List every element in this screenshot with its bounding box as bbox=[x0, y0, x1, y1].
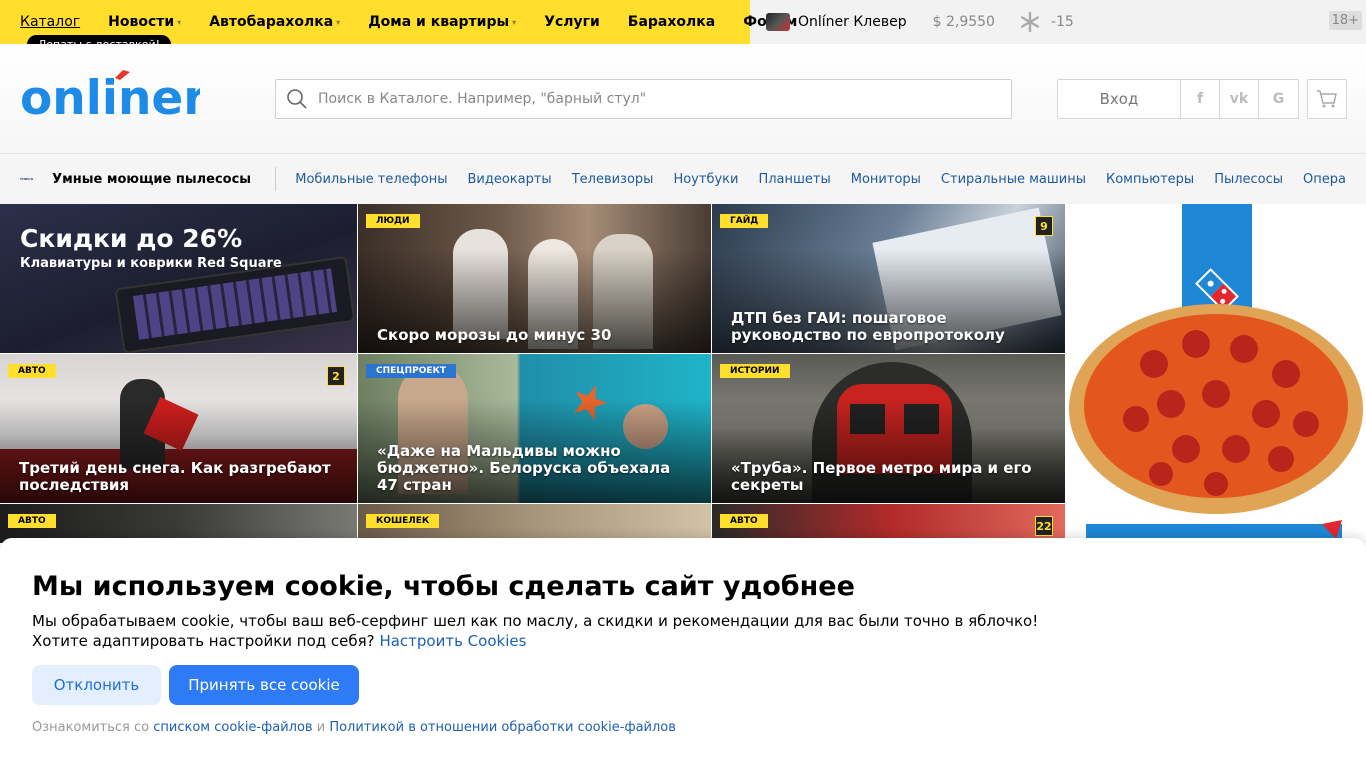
cookie-banner: Мы используем cookie, чтобы сделать сайт… bbox=[0, 538, 1366, 768]
catalog-bar: TINECO Умные моющие пылесосы Мобильные т… bbox=[0, 154, 1366, 204]
login-button[interactable]: Вход bbox=[1058, 80, 1181, 118]
chevron-down-icon: ▾ bbox=[336, 17, 341, 27]
catalog-link[interactable]: Мониторы bbox=[851, 172, 921, 187]
cart-button[interactable] bbox=[1307, 79, 1347, 119]
decline-button[interactable]: Отклонить bbox=[32, 665, 161, 705]
weather[interactable]: -15 bbox=[1019, 11, 1074, 33]
top-bar: Каталог Новости ▾ Автобарахолка ▾ Дома и к… bbox=[0, 0, 1366, 44]
catalog-link[interactable]: Телевизоры bbox=[572, 172, 654, 187]
snowflake-icon bbox=[1020, 11, 1039, 33]
tile-tag[interactable]: Истории bbox=[720, 364, 790, 378]
cookie-text-settings: Хотите адаптировать настройки под себя? … bbox=[32, 632, 526, 650]
news-tile[interactable]: Спецпроект «Даже на Мальдивы можно бюдже… bbox=[358, 354, 712, 504]
tile-tag[interactable]: Авто bbox=[8, 514, 56, 528]
tile-tag[interactable]: Люди bbox=[366, 214, 420, 228]
nav-baraholka[interactable]: Барахолка bbox=[628, 14, 715, 30]
nav-news[interactable]: Новости ▾ bbox=[108, 14, 181, 30]
top-tools: Onlíner Клевер $ 2,9550 -15 18+ bbox=[750, 0, 1366, 44]
tineco-logo[interactable]: TINECO bbox=[20, 171, 37, 187]
facebook-icon: f bbox=[1196, 91, 1204, 107]
clever-link[interactable]: Onlíner Клевер bbox=[766, 13, 907, 31]
logo-text: onliner bbox=[20, 71, 200, 116]
promo-title: Скидки до 26% bbox=[20, 224, 243, 253]
catalog-link[interactable]: Ноутбуки bbox=[673, 172, 738, 187]
tile-title[interactable]: Скоро морозы до минус 30 bbox=[377, 327, 691, 344]
clever-label: Onlíner Клевер bbox=[798, 14, 907, 30]
nav-auto[interactable]: Автобарахолка ▾ bbox=[209, 14, 340, 30]
cookie-settings-link[interactable]: Настроить Cookies bbox=[379, 632, 526, 650]
catalog-link[interactable]: Опера bbox=[1303, 172, 1346, 187]
cookie-footnote: Ознакомиться со списком cookie-файлов и … bbox=[32, 720, 676, 735]
nav-realty[interactable]: Дома и квартиры ▾ bbox=[368, 14, 516, 30]
ad-artwork bbox=[1069, 204, 1363, 544]
tile-title[interactable]: «Даже на Мальдивы можно бюджетно». Белор… bbox=[377, 443, 691, 494]
tile-title[interactable]: «Труба». Первое метро мира и его секреты bbox=[731, 460, 1045, 494]
nav-auto-label: Автобарахолка bbox=[209, 14, 334, 30]
onliner-logo[interactable]: onliner bbox=[20, 70, 200, 116]
nav-services[interactable]: Услуги bbox=[544, 14, 600, 30]
footnote-and: и bbox=[316, 720, 326, 735]
tile-title[interactable]: ДТП без ГАИ: пошаговое руководство по ев… bbox=[731, 310, 1045, 344]
catalog-link[interactable]: Видеокарты bbox=[467, 172, 551, 187]
tineco-text: TINECO bbox=[20, 177, 34, 181]
temperature: -15 bbox=[1050, 14, 1074, 30]
nav-catalog[interactable]: Каталог bbox=[20, 14, 80, 30]
cookie-text: Мы обрабатываем cookie, чтобы ваш веб-се… bbox=[32, 612, 1039, 630]
news-tile[interactable]: Люди Скоро морозы до минус 30 bbox=[358, 204, 712, 354]
search-box bbox=[275, 79, 1012, 119]
vk-login-button[interactable]: vk bbox=[1220, 80, 1259, 118]
tile-tag[interactable]: Авто bbox=[720, 514, 768, 528]
cookie-policy-link[interactable]: Политикой в отношении обработки cookie-ф… bbox=[329, 720, 676, 735]
comment-count[interactable]: 2 bbox=[327, 366, 345, 386]
currency-rate[interactable]: $ 2,9550 bbox=[933, 14, 995, 30]
catalog-link[interactable]: Компьютеры bbox=[1106, 172, 1194, 187]
news-tile[interactable]: Авто 2 Третий день снега. Как разгребают… bbox=[0, 354, 358, 504]
dominos-ad[interactable] bbox=[1066, 204, 1366, 544]
tile-tag[interactable]: Гайд bbox=[720, 214, 769, 228]
chevron-down-icon: ▾ bbox=[177, 17, 182, 27]
accept-button[interactable]: Принять все cookie bbox=[169, 665, 359, 705]
clever-card-icon bbox=[766, 13, 790, 31]
catalog-link[interactable]: Планшеты bbox=[758, 172, 830, 187]
comment-count[interactable]: 9 bbox=[1035, 216, 1053, 236]
tile-tag[interactable]: Авто bbox=[8, 364, 56, 378]
tile-title[interactable]: Третий день снега. Как разгребают послед… bbox=[19, 460, 337, 494]
cart-icon bbox=[1317, 90, 1337, 108]
chevron-down-icon: ▾ bbox=[512, 17, 517, 27]
search-input[interactable] bbox=[318, 91, 1011, 107]
news-tile[interactable]: Истории «Труба». Первое метро мира и его… bbox=[712, 354, 1066, 504]
promo-tile[interactable]: Скидки до 26% Клавиатуры и коврики Red S… bbox=[0, 204, 358, 354]
footnote-prefix: Ознакомиться со bbox=[32, 720, 150, 735]
tile-tag[interactable]: Кошелек bbox=[366, 514, 440, 528]
catalog-link[interactable]: Мобильные телефоны bbox=[295, 172, 447, 187]
catalog-promo[interactable]: Умные моющие пылесосы bbox=[52, 172, 251, 187]
cookie-question: Хотите адаптировать настройки под себя? bbox=[32, 632, 375, 650]
google-icon: G bbox=[1272, 91, 1285, 107]
promo-subtitle: Клавиатуры и коврики Red Square bbox=[20, 256, 282, 271]
nav-news-label: Новости bbox=[108, 14, 175, 30]
cookie-list-link[interactable]: списком cookie-файлов bbox=[153, 720, 312, 735]
cookie-title: Мы используем cookie, чтобы сделать сайт… bbox=[32, 571, 855, 602]
news-tile[interactable]: Гайд 9 ДТП без ГАИ: пошаговое руководств… bbox=[712, 204, 1066, 354]
vk-icon: vk bbox=[1229, 91, 1249, 107]
catalog-link[interactable]: Пылесосы bbox=[1214, 172, 1283, 187]
facebook-login-button[interactable]: f bbox=[1181, 80, 1220, 118]
comment-count[interactable]: 22 bbox=[1035, 516, 1053, 536]
nav-realty-label: Дома и квартиры bbox=[368, 14, 510, 30]
header: onliner Вход f vk G bbox=[0, 44, 1366, 154]
catalog-link[interactable]: Стиральные машины bbox=[941, 172, 1086, 187]
search-icon[interactable] bbox=[286, 88, 308, 110]
age-badge: 18+ bbox=[1328, 11, 1362, 30]
google-login-button[interactable]: G bbox=[1259, 80, 1298, 118]
auth-panel: Вход f vk G bbox=[1057, 79, 1299, 119]
tile-tag[interactable]: Спецпроект bbox=[366, 364, 457, 378]
